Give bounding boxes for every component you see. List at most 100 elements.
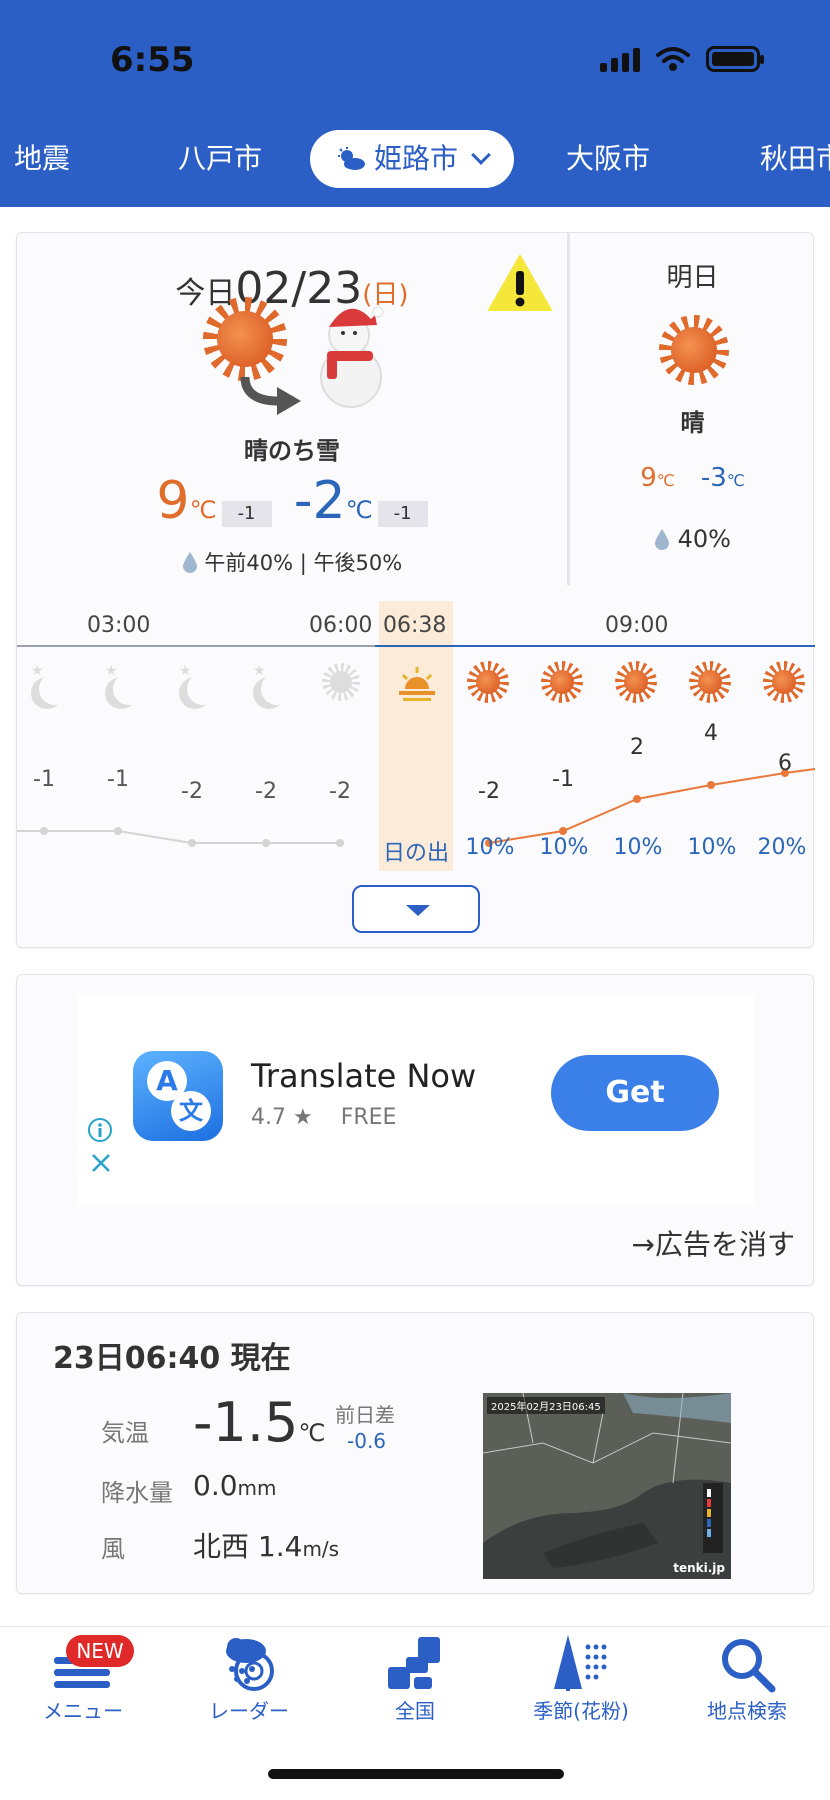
status-time: 6:55 <box>110 40 195 80</box>
tab-jishin[interactable]: 地震 <box>14 130 70 188</box>
hourly-temp: -2 <box>329 779 351 804</box>
ad-card: A 文 Translate Now 4.7 ★ FREE Get →広告を消す <box>16 974 814 1286</box>
temp-label: 気温 <box>101 1419 149 1447</box>
time-label-0600: 06:00 <box>309 613 373 638</box>
nav-season[interactable]: 季節(花粉) <box>498 1627 664 1737</box>
tomorrow-max-temp: 9 <box>640 463 657 493</box>
radar-brand: tenki.jp <box>673 1561 725 1575</box>
tab-osaka[interactable]: 大阪市 <box>566 130 650 188</box>
radar-thumbnail[interactable]: 2025年02月23日06:45 tenki.jp <box>483 1393 731 1579</box>
snowman-icon <box>320 306 384 408</box>
today-temps: 9℃ -1 -2℃ -1 <box>17 471 567 531</box>
radar-icon <box>226 1638 274 1691</box>
tomorrow-precip: 40% <box>570 525 815 553</box>
radar-timestamp: 2025年02月23日06:45 <box>487 1397 605 1414</box>
hourly-precip: 10% <box>687 835 737 860</box>
moon-icon <box>187 673 219 705</box>
moon-icon <box>261 673 293 705</box>
ad-app-name[interactable]: Translate Now <box>251 1057 476 1095</box>
observation-card: 23日06:40 現在 気温 -1.5℃ 前日差 -0.6 降水量 0.0mm … <box>16 1312 814 1594</box>
ad-price: FREE <box>340 1105 397 1130</box>
nav-radar-label: レーダー <box>209 1699 289 1723</box>
status-icons <box>600 46 764 72</box>
hourly-temp: -1 <box>33 767 55 792</box>
wind-value: 北西 1.4m/s <box>193 1530 340 1563</box>
today-max-temp: 9 <box>156 471 190 531</box>
tomorrow-temps: 9℃ -3℃ <box>640 463 745 493</box>
hourly-precip: 10% <box>465 835 515 860</box>
today-precip: 午前40% | 午後50% <box>17 547 567 577</box>
get-button[interactable]: Get <box>551 1055 719 1131</box>
sunrise-label: 日の出 <box>382 841 449 866</box>
forecast-card: 今日02/23(日) 晴のち雪 9℃ -1 -2℃ -1 午前40% | 午後5… <box>16 232 815 948</box>
tomorrow-weather: 晴 <box>680 409 705 437</box>
chevron-down-icon <box>471 145 491 165</box>
tab-hachinohe[interactable]: 八戸市 <box>178 130 262 188</box>
rain-amount: 0.0mm <box>193 1469 277 1502</box>
city-tabs: 地震 八戸市 姫路市 大阪市 秋田市 <box>0 130 830 190</box>
observation-title: 23日06:40 現在 <box>53 1341 291 1376</box>
hourly-precip: 10% <box>539 835 589 860</box>
partly-cloudy-icon <box>338 147 365 170</box>
app-icon[interactable]: A 文 <box>133 1051 223 1141</box>
app-header: 6:55 地震 八戸市 姫路市 大阪市 秋田市 <box>0 0 830 207</box>
ad-banner[interactable]: A 文 Translate Now 4.7 ★ FREE Get <box>77 995 755 1205</box>
japan-map-icon <box>388 1637 440 1689</box>
expand-hourly-button[interactable] <box>352 885 480 933</box>
new-badge: NEW <box>66 1635 134 1667</box>
nav-menu-label: メニュー <box>43 1699 123 1723</box>
tab-himeji-label: 姫路市 <box>374 142 459 175</box>
hourly-temp: -2 <box>478 779 500 804</box>
tab-himeji[interactable]: 姫路市 <box>310 130 515 188</box>
battery-icon <box>706 46 764 72</box>
tomorrow-label: 明日 <box>666 263 719 293</box>
search-icon <box>722 1639 776 1693</box>
tab-akita[interactable]: 秋田市 <box>760 130 830 188</box>
time-label-0900: 09:00 <box>605 613 669 638</box>
nav-radar[interactable]: レーダー <box>166 1627 332 1737</box>
current-temp-value: -1.5 <box>193 1391 299 1454</box>
info-icon[interactable] <box>87 1117 113 1143</box>
nav-search-label: 地点検索 <box>707 1699 787 1723</box>
nav-national[interactable]: 全国 <box>332 1627 498 1737</box>
tomorrow-min-temp: -3 <box>700 463 727 493</box>
time-label-0300: 03:00 <box>87 613 151 638</box>
ad-rating: 4.7 ★ <box>251 1105 313 1130</box>
hourly-temp: 2 <box>630 735 644 760</box>
nav-national-label: 全国 <box>395 1699 435 1723</box>
cedar-tree-icon <box>554 1635 607 1691</box>
hourly-temp: -1 <box>107 767 129 792</box>
hourly-precip: 20% <box>757 835 807 860</box>
remove-ads-link[interactable]: →広告を消す <box>632 1223 795 1263</box>
today-min-temp: -2 <box>293 471 346 531</box>
moon-icon <box>39 673 71 705</box>
nav-menu[interactable]: NEW メニュー <box>0 1627 166 1737</box>
hour-axis-past <box>17 645 375 647</box>
hourly-temp: -1 <box>552 767 574 792</box>
radar-map <box>483 1393 731 1579</box>
hourly-temp: -2 <box>255 779 277 804</box>
warning-icon[interactable] <box>487 253 553 313</box>
today-max-diff: -1 <box>221 500 272 527</box>
moon-icon <box>113 673 145 705</box>
hourly-temp: 6 <box>778 751 792 776</box>
wifi-icon <box>656 47 690 71</box>
ad-meta: 4.7 ★ FREE <box>251 1105 396 1130</box>
today-min-diff: -1 <box>377 500 428 527</box>
today-weather: 晴のち雪 <box>244 437 340 465</box>
arrow-icon <box>240 376 301 415</box>
diff-value: -0.6 <box>347 1429 387 1453</box>
close-icon[interactable] <box>89 1151 113 1175</box>
rain-label: 降水量 <box>101 1479 173 1507</box>
home-indicator <box>268 1769 564 1779</box>
nav-search[interactable]: 地点検索 <box>664 1627 830 1737</box>
cellular-signal-icon <box>600 46 640 72</box>
current-temp: -1.5℃ <box>193 1391 326 1454</box>
raindrop-icon <box>655 529 669 550</box>
today-date: 今日02/23(日) <box>175 263 409 314</box>
hourly-temp: 4 <box>704 721 718 746</box>
sunrise-icon <box>399 667 435 701</box>
hourly-temp: -2 <box>181 779 203 804</box>
time-label-sunrise: 06:38 <box>383 613 447 638</box>
raindrop-icon <box>182 552 197 573</box>
